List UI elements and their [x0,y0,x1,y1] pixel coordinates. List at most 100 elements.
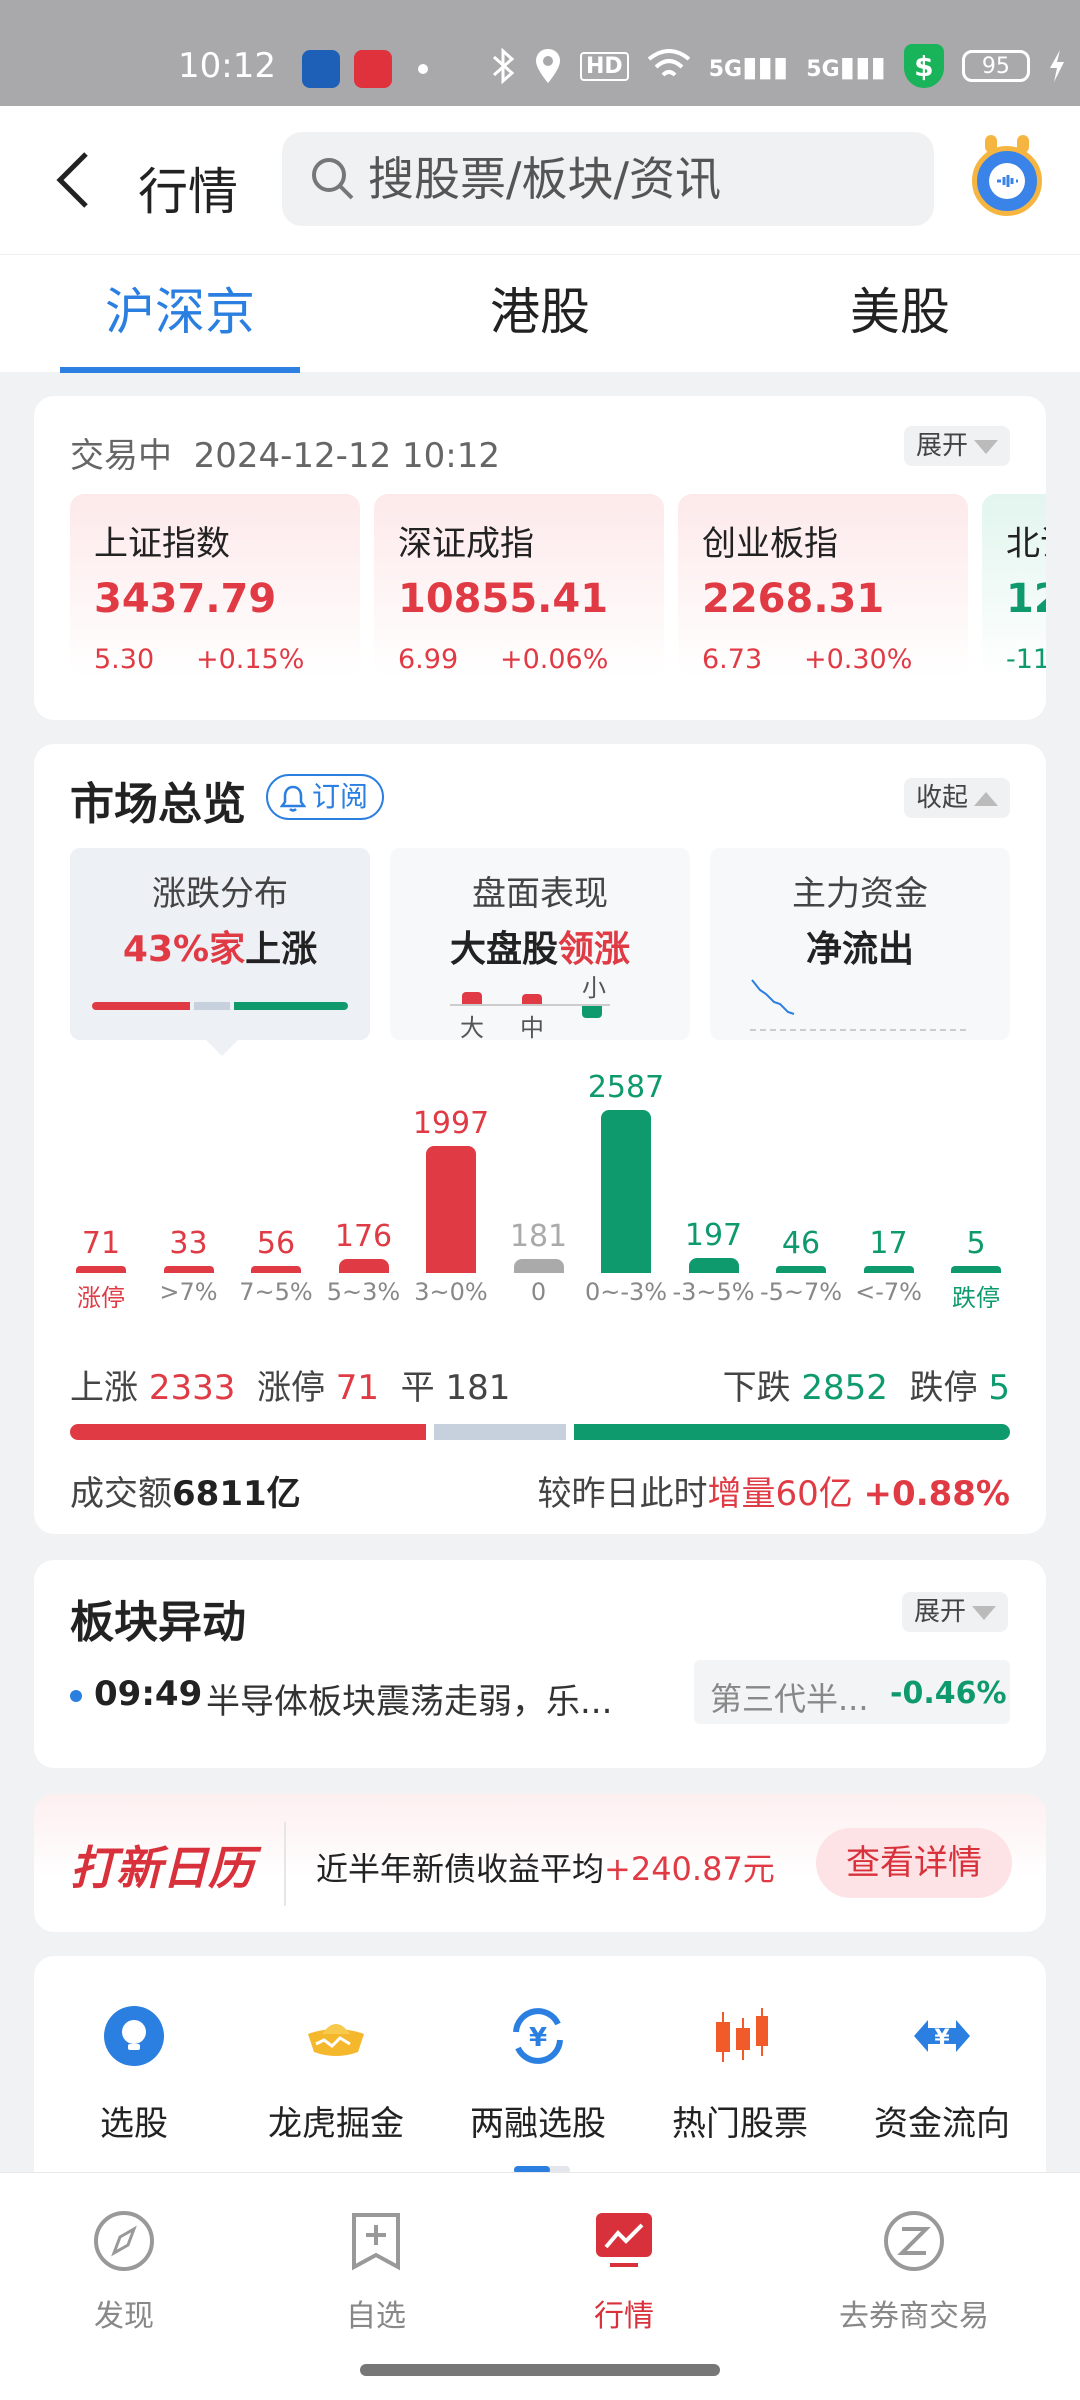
expand-button[interactable]: 展开 [902,1592,1009,1632]
bar-category-label: <-7% [855,1278,922,1306]
tab-hk-market[interactable]: 港股 [420,255,660,373]
expand-button[interactable]: 展开 [904,426,1011,466]
distribution-bar [688,1257,739,1270]
tab-hs-market[interactable]: 沪深京 [60,255,300,373]
cap-mini-chart: 大 中 小 [450,974,630,1042]
add-bookmark-icon [352,2213,400,2271]
tool-margin-picker[interactable]: ¥ 两融选股 [438,2004,638,2145]
bar-value-label: 46 [781,1226,821,1261]
distribution-bar [338,1259,389,1270]
chevron-up-icon [974,791,999,806]
bar-value-label: 176 [334,1219,393,1255]
bluetooth-icon [493,47,515,85]
card-title: 板块异动 [70,1597,246,1648]
distribution-mini-bar [92,1002,348,1010]
news-time: 09:49 [94,1674,203,1714]
index-tile[interactable]: 深证成指 10855.41 6.99 +0.06% [374,494,664,678]
bar-value-label: 197 [684,1217,743,1253]
news-headline[interactable]: 半导体板块震荡走弱，乐... [206,1674,706,1723]
bullet-dot-icon [70,1690,82,1702]
bar-baseline [76,1270,126,1273]
more-notifications-dot-icon [418,64,428,74]
app-notification-icon-2 [354,50,392,88]
status-time: 10:12 [178,46,276,86]
bar-category-label: 涨停 [77,1284,125,1312]
market-chart-icon [596,2213,652,2267]
subscribe-button[interactable]: 订阅 [266,774,385,820]
trading-status: 交易中 2024-12-12 10:12 [70,436,501,476]
bar-value-label: 2587 [587,1070,665,1105]
nav-market[interactable]: 行情 [524,2209,724,2335]
bar-category-label: -5~7% [759,1278,843,1306]
bar-baseline [163,1270,214,1273]
bar-baseline [776,1270,826,1273]
turnover-compare: 较昨日此时增量60亿 +0.88% [537,1474,1010,1514]
bar-category-label: 3~0% [414,1278,488,1306]
divider [284,1822,286,1906]
sector-movement-card: 板块异动 展开 09:49 半导体板块震荡走弱，乐... 第三代半... -0.… [34,1560,1046,1768]
nav-discover[interactable]: 发现 [24,2209,224,2335]
bar-category-label: 0 [530,1278,547,1306]
bell-icon [280,785,306,812]
bar-value-label: 5 [966,1226,986,1261]
distribution-bar [426,1146,476,1270]
app-notification-icon [302,50,340,88]
bar-category-label: 0~-3% [584,1278,668,1306]
turnover: 成交额6811亿 [70,1474,301,1514]
rise-fall-ratio-bar [70,1424,1010,1440]
index-tile[interactable]: 上证指数 3437.79 5.30 +0.15% [70,494,360,678]
collapse-button[interactable]: 收起 [904,778,1011,818]
tool-capital-flow[interactable]: ¥ 资金流向 [842,2004,1042,2145]
ipo-calendar-logo: 打新日历 [70,1841,254,1895]
signal-5g-1: 5G▮▮▮ [708,49,789,83]
bar-value-label: 56 [256,1226,296,1261]
tab-us-market[interactable]: 美股 [780,255,1020,373]
index-list: 上证指数 3437.79 5.30 +0.15% 深证成指 10855.41 6… [70,494,1046,678]
nav-broker-trade[interactable]: 去券商交易 [814,2209,1014,2335]
indices-card: 交易中 2024-12-12 10:12 展开 上证指数 3437.79 5.3… [34,396,1046,720]
rise-summary: 上涨 2333 涨停 71 平 181 [70,1368,511,1408]
tool-stock-picker[interactable]: 选股 [34,2004,234,2145]
status-bar: 10:12 HD 5G▮▮▮ 5G▮▮▮ $ 95 [0,0,1080,106]
bar-value-label: 1997 [412,1106,490,1142]
compass-icon [94,2211,154,2271]
back-arrow-icon[interactable] [50,150,100,210]
view-details-button[interactable]: 查看详情 [816,1828,1012,1898]
yuan-exchange-icon: ¥ [513,2008,563,2064]
index-tile[interactable]: 创业板指 2268.31 6.73 +0.30% [678,494,968,678]
gold-ingot-icon [308,2024,364,2056]
tab-rise-fall-distribution[interactable]: 涨跌分布 43%家上涨 [70,848,370,1056]
bar-category-label: -3~5% [672,1278,755,1306]
page-title: 行情 [138,163,238,221]
top-header: 行情 [0,106,1080,254]
bar-category-label: 7~5% [239,1278,313,1306]
tab-board-performance[interactable]: 盘面表现 大盘股领涨 大 中 小 [390,848,690,1042]
distribution-bar [601,1110,651,1270]
bar-value-label: 181 [509,1218,568,1254]
hd-indicator: HD [580,51,629,81]
ai-assistant-icon[interactable] [972,135,1042,216]
battery-indicator: 95 [961,50,1030,82]
sector-tag[interactable]: 第三代半... -0.46% [694,1660,1010,1724]
bar-baseline [251,1270,301,1273]
tool-hot-stocks[interactable]: 热门股票 [640,2004,840,2145]
search-icon [312,158,354,200]
trading-datetime: 2024-12-12 10:12 [193,436,501,476]
index-tile[interactable]: 北证 12 -11 [982,494,1046,678]
market-overview-card: 市场总览 订阅 收起 涨跌分布 43%家上涨 盘面表现 大盘股领涨 大 中 小 … [34,744,1046,1534]
bar-baseline [601,1270,651,1273]
home-indicator[interactable] [360,2364,720,2376]
tab-main-capital[interactable]: 主力资金 净流出 [710,848,1010,1040]
bar-value-label: 17 [869,1226,908,1261]
candlestick-icon [716,2008,768,2062]
tool-dragon-tiger[interactable]: 龙虎掘金 [236,2004,436,2145]
tools-card: 选股 龙虎掘金 ¥ 两融选股 热门股票 ¥ 资金流向 [34,1956,1046,2174]
chevron-down-icon [972,1605,997,1620]
bar-category-label: 跌停 [952,1284,1000,1312]
capital-flow-sparkline [750,979,968,1031]
nav-watchlist[interactable]: 自选 [276,2209,476,2335]
ipo-calendar-banner[interactable]: 打新日历 近半年新债收益平均+240.87元 查看详情 [34,1794,1046,1932]
search-box[interactable] [282,132,934,226]
search-input[interactable] [368,132,908,226]
charging-icon [1049,50,1064,82]
